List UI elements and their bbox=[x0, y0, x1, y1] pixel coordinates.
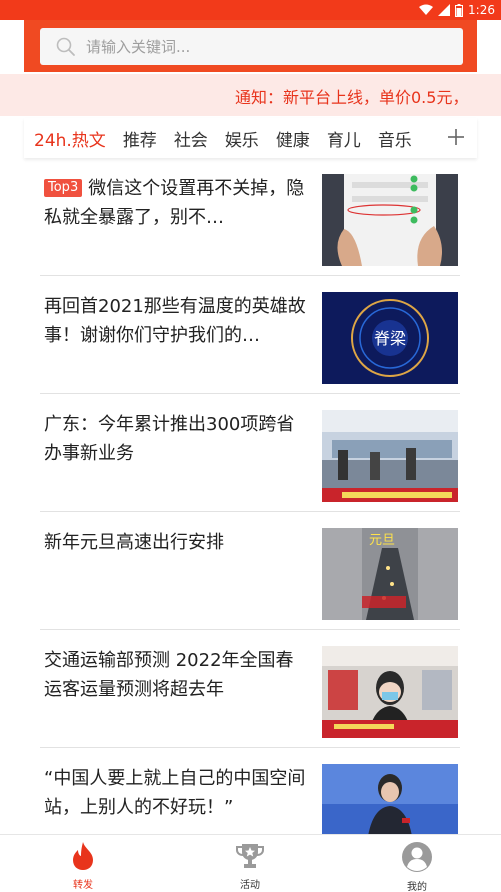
article-title: 交通运输部预测 2022年全国春运客运量预测将超去年 bbox=[44, 650, 294, 700]
nav-forward[interactable]: 转发 bbox=[43, 841, 123, 891]
nav-label: 活动 bbox=[240, 880, 260, 891]
article-item[interactable]: 新年元旦高速出行安排 元旦 bbox=[40, 512, 460, 630]
notice-bar: 通知：新平台上线，单价0.5元， bbox=[0, 74, 501, 116]
user-icon bbox=[402, 842, 432, 872]
article-item[interactable]: 交通运输部预测 2022年全国春运客运量预测将超去年 bbox=[40, 630, 460, 748]
search-box[interactable] bbox=[40, 28, 463, 65]
tab-health[interactable]: 健康 bbox=[276, 126, 310, 151]
search-input[interactable] bbox=[86, 37, 416, 56]
nav-label: 转发 bbox=[73, 880, 93, 891]
search-icon bbox=[56, 37, 75, 56]
article-thumbnail: 脊梁 bbox=[322, 292, 458, 384]
article-thumbnail: 元旦 bbox=[322, 528, 458, 620]
status-bar: 1:26 bbox=[0, 0, 501, 20]
tab-parenting[interactable]: 育儿 bbox=[327, 126, 361, 151]
status-time: 1:26 bbox=[468, 3, 495, 17]
thumbnail-caption: 脊梁 bbox=[374, 329, 406, 348]
battery-icon bbox=[455, 3, 464, 17]
add-tab-icon[interactable] bbox=[445, 126, 467, 148]
tab-24h-hot[interactable]: 24h.热文 bbox=[34, 126, 106, 151]
bottom-nav: 转发 活动 我的 bbox=[0, 834, 501, 892]
article-item[interactable]: Top3 微信这个设置再不关掉，隐私就全暴露了，别不… bbox=[40, 158, 460, 276]
tab-entertainment[interactable]: 娱乐 bbox=[225, 126, 259, 151]
wifi-icon bbox=[419, 4, 434, 15]
notice-text: 通知：新平台上线，单价0.5元， bbox=[235, 88, 469, 107]
nav-activity[interactable]: 活动 bbox=[210, 841, 290, 891]
trophy-icon bbox=[236, 844, 264, 868]
article-item[interactable]: 广东：今年累计推出300项跨省办事新业务 bbox=[40, 394, 460, 512]
article-thumbnail bbox=[322, 646, 458, 738]
signal-icon bbox=[438, 4, 451, 16]
article-title: 新年元旦高速出行安排 bbox=[44, 532, 224, 553]
article-thumbnail bbox=[322, 410, 458, 502]
article-thumbnail bbox=[322, 174, 458, 266]
article-title: 再回首2021那些有温度的英雄故事！谢谢你们守护我们的… bbox=[44, 296, 306, 346]
category-tabs: 24h.热文 推荐 社会 娱乐 健康 育儿 音乐 bbox=[24, 118, 477, 158]
status-icons: 1:26 bbox=[419, 2, 495, 18]
article-item[interactable]: 再回首2021那些有温度的英雄故事！谢谢你们守护我们的… 脊梁 bbox=[40, 276, 460, 394]
article-title: “中国人要上就上自己的中国空间站，上别人的不好玩！” bbox=[44, 768, 306, 818]
tab-music[interactable]: 音乐 bbox=[378, 126, 412, 151]
flame-icon bbox=[73, 842, 93, 870]
article-title-text: 微信这个设置再不关掉，隐私就全暴露了，别不… bbox=[44, 178, 305, 228]
article-title: Top3 微信这个设置再不关掉，隐私就全暴露了，别不… bbox=[44, 174, 310, 232]
article-title: 广东：今年累计推出300项跨省办事新业务 bbox=[44, 414, 295, 464]
thumbnail-caption: 元旦 bbox=[369, 533, 395, 548]
rank-badge: Top3 bbox=[44, 179, 83, 197]
nav-label: 我的 bbox=[407, 882, 427, 892]
tab-society[interactable]: 社会 bbox=[174, 126, 208, 151]
nav-profile[interactable]: 我的 bbox=[377, 841, 457, 892]
tab-recommend[interactable]: 推荐 bbox=[123, 126, 157, 151]
